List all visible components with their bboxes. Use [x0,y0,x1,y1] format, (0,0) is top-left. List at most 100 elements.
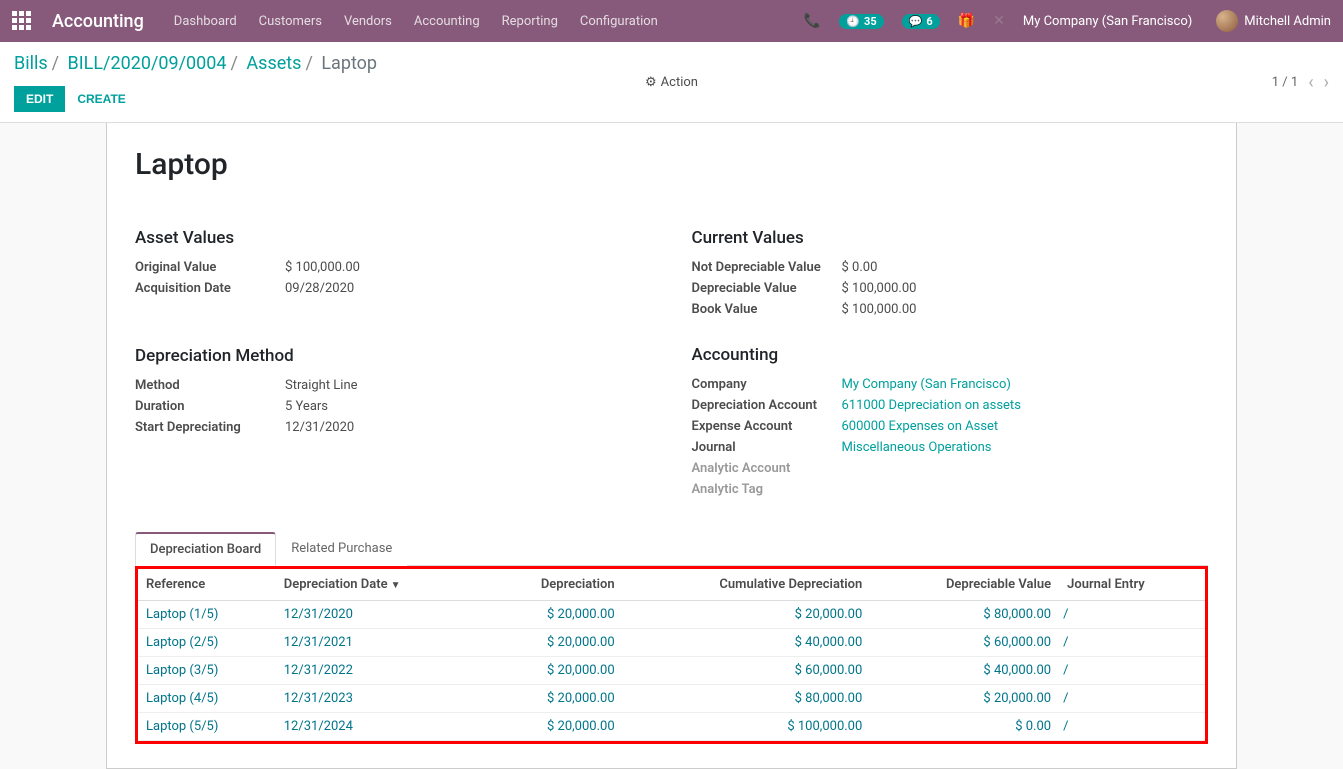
breadcrumb-current: Laptop [321,53,377,74]
cell-depreciation: $ 20,000.00 [483,713,623,741]
label-exp-account: Expense Account [692,419,842,434]
discuss-badge[interactable]: 💬6 [902,14,940,29]
value-depreciable: $ 100,000.00 [842,281,917,296]
cell-date[interactable]: 12/31/2021 [276,629,483,657]
edit-button[interactable]: EDIT [14,86,65,112]
cell-depreciable-value: $ 40,000.00 [870,657,1059,685]
table-row[interactable]: Laptop (4/5)12/31/2023$ 20,000.00$ 80,00… [138,685,1205,713]
nav-customers[interactable]: Customers [259,14,322,29]
main-navbar: Accounting Dashboard Customers Vendors A… [0,0,1343,42]
depreciation-method-heading: Depreciation Method [135,346,652,366]
create-button[interactable]: CREATE [77,92,125,106]
gift-icon[interactable]: 🎁 [958,13,975,29]
nav-dashboard[interactable]: Dashboard [174,14,237,29]
table-row[interactable]: Laptop (2/5)12/31/2021$ 20,000.00$ 40,00… [138,629,1205,657]
cell-depreciable-value: $ 80,000.00 [870,601,1059,629]
tab-depreciation-board[interactable]: Depreciation Board [135,532,276,566]
value-exp-account[interactable]: 600000 Expenses on Asset [842,419,999,434]
table-row[interactable]: Laptop (3/5)12/31/2022$ 20,000.00$ 60,00… [138,657,1205,685]
pager-count: 1 / 1 [1272,75,1298,90]
company-switcher[interactable]: My Company (San Francisco) [1023,14,1192,29]
cell-journal-entry[interactable]: / [1059,685,1205,713]
table-row[interactable]: Laptop (1/5)12/31/2020$ 20,000.00$ 20,00… [138,601,1205,629]
page-title: Laptop [135,147,1208,182]
th-depreciation[interactable]: Depreciation [483,569,623,601]
value-company[interactable]: My Company (San Francisco) [842,377,1011,392]
breadcrumb: Bills/ BILL/2020/09/0004/ Assets/ Laptop [14,53,1329,74]
cell-journal-entry[interactable]: / [1059,713,1205,741]
label-analytic-tag: Analytic Tag [692,482,842,497]
label-company: Company [692,377,842,392]
user-menu[interactable]: Mitchell Admin [1210,10,1331,32]
form-sheet: Laptop Asset Values Original Value$ 100,… [106,123,1237,769]
cell-cumulative: $ 20,000.00 [623,601,871,629]
cell-reference[interactable]: Laptop (3/5) [138,657,276,685]
nav-configuration[interactable]: Configuration [580,14,658,29]
apps-icon[interactable] [12,11,32,31]
phone-icon[interactable]: 📞 [804,13,821,29]
activities-badge[interactable]: 🕘35 [839,14,883,29]
depreciation-table: Reference Depreciation Date▼ Depreciatio… [138,569,1205,741]
nav-vendors[interactable]: Vendors [344,14,392,29]
cell-reference[interactable]: Laptop (4/5) [138,685,276,713]
cell-reference[interactable]: Laptop (5/5) [138,713,276,741]
cell-date[interactable]: 12/31/2024 [276,713,483,741]
cell-journal-entry[interactable]: / [1059,657,1205,685]
value-method: Straight Line [285,378,358,393]
pager-next-icon[interactable]: › [1324,72,1329,93]
cell-date[interactable]: 12/31/2023 [276,685,483,713]
th-journal-entry[interactable]: Journal Entry [1059,569,1205,601]
label-book-value: Book Value [692,302,842,317]
nav-accounting[interactable]: Accounting [414,14,480,29]
label-dep-account: Depreciation Account [692,398,842,413]
cell-date[interactable]: 12/31/2020 [276,601,483,629]
value-journal[interactable]: Miscellaneous Operations [842,440,992,455]
cell-date[interactable]: 12/31/2022 [276,657,483,685]
cell-depreciable-value: $ 20,000.00 [870,685,1059,713]
label-start-depreciating: Start Depreciating [135,420,285,435]
value-book-value: $ 100,000.00 [842,302,917,317]
breadcrumb-bills[interactable]: Bills [14,53,48,74]
breadcrumb-assets[interactable]: Assets [246,53,301,74]
label-duration: Duration [135,399,285,414]
clock-icon: 🕘 [846,15,860,28]
th-cumulative[interactable]: Cumulative Depreciation [623,569,871,601]
th-depreciation-date[interactable]: Depreciation Date▼ [276,569,483,601]
notebook-tabs: Depreciation Board Related Purchase [135,531,1208,566]
th-reference[interactable]: Reference [138,569,276,601]
highlight-box: Reference Depreciation Date▼ Depreciatio… [135,566,1208,744]
sort-down-icon: ▼ [391,580,401,591]
label-acquisition-date: Acquisition Date [135,281,285,296]
cell-cumulative: $ 60,000.00 [623,657,871,685]
th-depreciable-value[interactable]: Depreciable Value [870,569,1059,601]
table-row[interactable]: Laptop (5/5)12/31/2024$ 20,000.00$ 100,0… [138,713,1205,741]
cell-journal-entry[interactable]: / [1059,629,1205,657]
nav-right: 📞 🕘35 💬6 🎁 ✕ My Company (San Francisco) … [804,10,1331,32]
cell-reference[interactable]: Laptop (1/5) [138,601,276,629]
cell-cumulative: $ 80,000.00 [623,685,871,713]
tab-related-purchase[interactable]: Related Purchase [276,532,407,566]
tools-icon[interactable]: ✕ [993,13,1005,29]
value-not-depreciable: $ 0.00 [842,260,878,275]
cell-depreciation: $ 20,000.00 [483,629,623,657]
cell-depreciation: $ 20,000.00 [483,657,623,685]
cell-journal-entry[interactable]: / [1059,601,1205,629]
nav-reporting[interactable]: Reporting [502,14,558,29]
asset-values-heading: Asset Values [135,228,652,248]
cell-cumulative: $ 100,000.00 [623,713,871,741]
label-method: Method [135,378,285,393]
breadcrumb-bill-ref[interactable]: BILL/2020/09/0004 [68,53,227,74]
brand-title[interactable]: Accounting [52,11,144,32]
action-menu[interactable]: ⚙ Action [645,75,698,90]
pager-prev-icon[interactable]: ‹ [1308,72,1313,93]
cell-depreciation: $ 20,000.00 [483,685,623,713]
value-start-depreciating: 12/31/2020 [285,420,354,435]
value-dep-account[interactable]: 611000 Depreciation on assets [842,398,1021,413]
label-analytic-account: Analytic Account [692,461,842,476]
cell-reference[interactable]: Laptop (2/5) [138,629,276,657]
label-not-depreciable: Not Depreciable Value [692,260,842,275]
gear-icon: ⚙ [645,75,657,90]
chat-icon: 💬 [909,15,923,28]
avatar [1216,10,1238,32]
accounting-heading: Accounting [692,345,1209,365]
